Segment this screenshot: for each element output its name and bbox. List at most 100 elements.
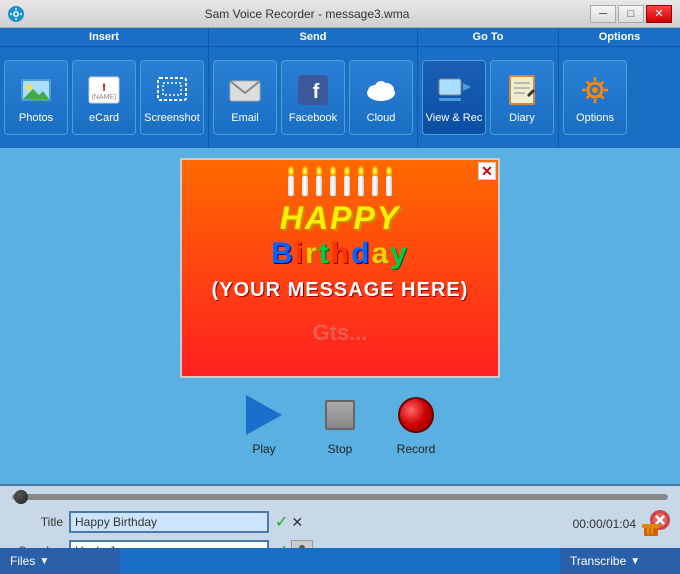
email-label: Email bbox=[231, 112, 259, 124]
options-button[interactable]: Options bbox=[563, 60, 627, 135]
delete-record-icon bbox=[640, 508, 672, 540]
toolbar: Insert Photos I ( bbox=[0, 28, 680, 148]
progress-bar-area bbox=[8, 490, 672, 504]
card-close-button[interactable]: ✕ bbox=[478, 162, 496, 180]
facebook-button[interactable]: f Facebook bbox=[281, 60, 345, 135]
candle-4 bbox=[330, 166, 336, 196]
status-bar: Files ▼ Transcribe ▼ bbox=[0, 548, 680, 574]
title-form-row: Title ✓ ✕ bbox=[8, 511, 573, 533]
birthday-text: Birthday bbox=[192, 237, 488, 271]
happy-birthday-text: HAPPY Birthday bbox=[182, 196, 498, 275]
candle-body-5 bbox=[344, 176, 350, 196]
progress-thumb[interactable] bbox=[14, 490, 28, 504]
email-button[interactable]: Email bbox=[213, 60, 277, 135]
candle-body-4 bbox=[330, 176, 336, 196]
options-label: Options bbox=[576, 112, 614, 124]
toolbar-insert-buttons: Photos I (NAME) eCard bbox=[0, 47, 208, 148]
facebook-icon: f bbox=[295, 72, 331, 108]
toolbar-group-goto: Go To View & Rec bbox=[418, 28, 559, 148]
window-controls: ─ □ ✕ bbox=[590, 5, 672, 23]
play-triangle-icon bbox=[246, 395, 282, 435]
candle-body-2 bbox=[302, 176, 308, 196]
record-label: Record bbox=[397, 442, 436, 456]
title-row: Title ✓ ✕ 00:00/01:04 bbox=[8, 508, 672, 540]
diary-icon bbox=[504, 72, 540, 108]
stop-label: Stop bbox=[328, 442, 353, 456]
candle-body-1 bbox=[288, 176, 294, 196]
toolbar-send-buttons: Email f Facebook bbox=[209, 47, 417, 148]
viewrec-icon bbox=[436, 72, 472, 108]
stop-button[interactable] bbox=[317, 392, 363, 438]
card-preview: ✕ bbox=[180, 158, 500, 378]
toolbar-group-insert: Insert Photos I ( bbox=[0, 28, 209, 148]
candle-3 bbox=[316, 166, 322, 196]
candle-flame-5 bbox=[344, 166, 350, 176]
screenshot-button[interactable]: Screenshot bbox=[140, 60, 204, 135]
time-display: 00:00/01:04 bbox=[573, 508, 672, 540]
candle-flame-3 bbox=[316, 166, 322, 176]
screenshot-icon bbox=[154, 72, 190, 108]
files-chevron-icon: ▼ bbox=[39, 556, 49, 567]
toolbar-group-options-label: Options bbox=[559, 28, 680, 47]
title-label: Title bbox=[8, 515, 63, 529]
toolbar-goto-buttons: View & Rec Diary bbox=[418, 47, 558, 148]
candles-row-top bbox=[182, 160, 498, 196]
photos-button[interactable]: Photos bbox=[4, 60, 68, 135]
viewrec-label: View & Rec bbox=[426, 112, 483, 124]
options-icon bbox=[577, 72, 613, 108]
status-files-button[interactable]: Files ▼ bbox=[0, 548, 120, 574]
candle-flame-1 bbox=[288, 166, 294, 176]
cloud-button[interactable]: Cloud bbox=[349, 60, 413, 135]
play-button[interactable] bbox=[241, 392, 287, 438]
candle-7 bbox=[372, 166, 378, 196]
title-x-icon[interactable]: ✕ bbox=[291, 514, 303, 531]
candle-flame-6 bbox=[358, 166, 364, 176]
play-label: Play bbox=[252, 442, 275, 456]
viewrec-button[interactable]: View & Rec bbox=[422, 60, 486, 135]
ecard-button[interactable]: I (NAME) eCard bbox=[72, 60, 136, 135]
cloud-label: Cloud bbox=[367, 112, 396, 124]
delete-record-button[interactable] bbox=[640, 508, 672, 540]
files-label: Files bbox=[10, 554, 35, 568]
ecard-icon: I (NAME) bbox=[86, 72, 122, 108]
play-button-wrap: Play bbox=[241, 392, 287, 456]
minimize-button[interactable]: ─ bbox=[590, 5, 616, 23]
title-input[interactable] bbox=[69, 511, 269, 533]
record-button-wrap: Record bbox=[393, 392, 439, 456]
diary-label: Diary bbox=[509, 112, 535, 124]
candle-body-7 bbox=[372, 176, 378, 196]
title-check-icon[interactable]: ✓ bbox=[275, 512, 288, 532]
candle-flame-2 bbox=[302, 166, 308, 176]
progress-track[interactable] bbox=[12, 494, 668, 500]
candle-flame-8 bbox=[386, 166, 392, 176]
ecard-label: eCard bbox=[89, 112, 119, 124]
diary-button[interactable]: Diary bbox=[490, 60, 554, 135]
candle-body-6 bbox=[358, 176, 364, 196]
maximize-button[interactable]: □ bbox=[618, 5, 644, 23]
candle-flame-7 bbox=[372, 166, 378, 176]
facebook-label: Facebook bbox=[289, 112, 337, 124]
svg-text:(NAME): (NAME) bbox=[92, 94, 117, 101]
watermark: Gts... bbox=[312, 320, 367, 346]
candle-2 bbox=[302, 166, 308, 196]
close-button[interactable]: ✕ bbox=[646, 5, 672, 23]
transcribe-label: Transcribe bbox=[570, 554, 626, 568]
screenshot-label: Screenshot bbox=[144, 112, 200, 124]
candle-1 bbox=[288, 166, 294, 196]
title-action-icons: ✓ ✕ bbox=[275, 512, 303, 532]
candle-6 bbox=[358, 166, 364, 196]
photos-icon bbox=[18, 72, 54, 108]
transcribe-chevron-icon: ▼ bbox=[630, 556, 640, 567]
candle-8 bbox=[386, 166, 392, 196]
record-button[interactable] bbox=[393, 392, 439, 438]
record-circle-icon bbox=[398, 397, 434, 433]
main-area: ✕ bbox=[0, 148, 680, 484]
window-title: Sam Voice Recorder - message3.wma bbox=[24, 7, 590, 21]
email-icon bbox=[227, 72, 263, 108]
your-message: (YOUR MESSAGE HERE) bbox=[182, 275, 498, 306]
time-value: 00:00/01:04 bbox=[573, 517, 636, 531]
status-transcribe-button[interactable]: Transcribe ▼ bbox=[560, 548, 680, 574]
toolbar-group-send-label: Send bbox=[209, 28, 417, 47]
cloud-icon bbox=[363, 72, 399, 108]
toolbar-group-goto-label: Go To bbox=[418, 28, 558, 47]
